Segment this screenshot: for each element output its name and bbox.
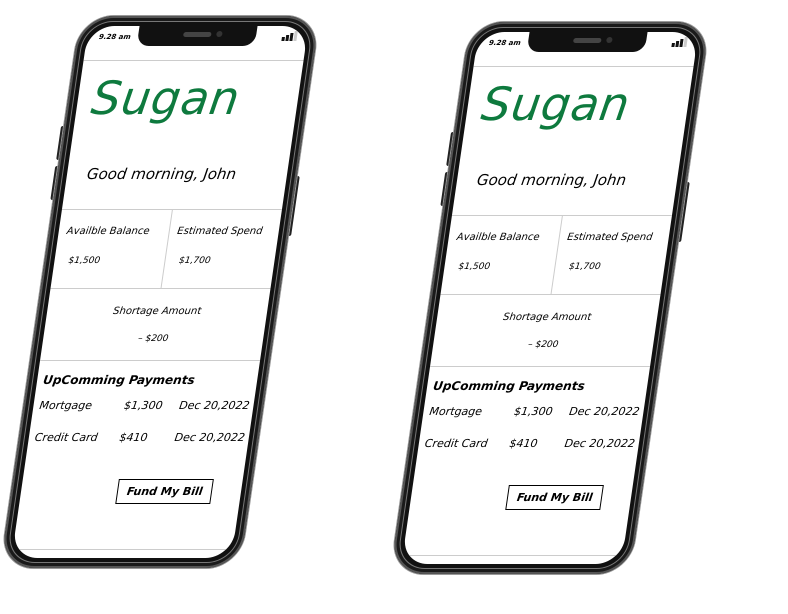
payment-row: Credit Card $410 Dec 20,2022 <box>34 431 246 444</box>
payment-amount: $410 <box>118 431 149 444</box>
payment-amount: $1,300 <box>123 399 164 412</box>
available-balance-card: Availble Balance $1,500 <box>441 216 562 294</box>
balance-panel: Availble Balance $1,500 Estimated Spend … <box>440 215 673 295</box>
payment-row: Mortgage $1,300 Dec 20,2022 <box>39 399 251 412</box>
phone-screen: 9.28 am Sugan Good morning, John Availbl… <box>11 26 309 558</box>
fund-my-bill-button[interactable]: Fund My Bill <box>505 485 605 510</box>
shortage-label: Shortage Amount <box>502 312 592 323</box>
phone-mockup-2: 9.28 am Sugan Good morning, John Availbl… <box>389 22 710 574</box>
notch <box>526 32 648 52</box>
shortage-value: – $200 <box>527 340 560 350</box>
payment-row: Credit Card $410 Dec 20,2022 <box>424 437 636 450</box>
payment-amount: $1,300 <box>513 405 554 418</box>
app-logo: Sugan <box>478 77 634 131</box>
payment-row: Mortgage $1,300 Dec 20,2022 <box>429 405 641 418</box>
available-balance-label: Availble Balance <box>455 232 541 243</box>
phone-screen: 9.28 am Sugan Good morning, John Availbl… <box>401 32 699 564</box>
payment-name: Mortgage <box>38 399 93 412</box>
camera-icon <box>215 31 223 37</box>
available-balance-value: $1,500 <box>457 262 491 272</box>
payment-name: Credit Card <box>423 437 489 450</box>
estimated-spend-value: $1,700 <box>178 256 212 266</box>
estimated-spend-label: Estimated Spend <box>566 232 654 243</box>
balance-panel: Availble Balance $1,500 Estimated Spend … <box>50 209 283 289</box>
phone-mockup-1: 9.28 am Sugan Good morning, John Availbl… <box>0 16 321 568</box>
signal-icon <box>281 31 298 41</box>
status-time: 9.28 am <box>488 39 522 47</box>
app-content: Sugan Good morning, John Availble Balanc… <box>401 66 694 564</box>
payment-date: Dec 20,2022 <box>568 405 641 418</box>
payment-date: Dec 20,2022 <box>563 437 636 450</box>
payment-name: Mortgage <box>428 405 483 418</box>
payment-date: Dec 20,2022 <box>178 399 251 412</box>
estimated-spend-value: $1,700 <box>568 262 602 272</box>
greeting: Good morning, John <box>85 165 238 183</box>
estimated-spend-card: Estimated Spend $1,700 <box>160 210 282 288</box>
estimated-spend-label: Estimated Spend <box>176 226 264 237</box>
status-time: 9.28 am <box>98 33 132 41</box>
shortage-panel: Shortage Amount – $200 <box>429 294 661 367</box>
speaker <box>572 38 602 43</box>
payment-name: Credit Card <box>33 431 99 444</box>
home-indicator <box>402 555 623 556</box>
camera-icon <box>605 37 613 43</box>
available-balance-value: $1,500 <box>67 256 101 266</box>
estimated-spend-card: Estimated Spend $1,700 <box>550 216 672 294</box>
greeting: Good morning, John <box>475 171 628 189</box>
available-balance-card: Availble Balance $1,500 <box>51 210 172 288</box>
shortage-panel: Shortage Amount – $200 <box>39 288 271 361</box>
available-balance-label: Availble Balance <box>65 226 151 237</box>
home-indicator <box>12 549 233 550</box>
signal-icon <box>671 37 688 47</box>
app-content: Sugan Good morning, John Availble Balanc… <box>11 60 304 558</box>
shortage-value: – $200 <box>137 334 170 344</box>
notch <box>136 26 258 46</box>
app-logo: Sugan <box>88 71 244 125</box>
payment-date: Dec 20,2022 <box>173 431 246 444</box>
payments-title: UpComming Payments <box>432 379 586 393</box>
payments-title: UpComming Payments <box>42 373 196 387</box>
payment-amount: $410 <box>508 437 539 450</box>
speaker <box>182 32 212 37</box>
shortage-label: Shortage Amount <box>112 306 202 317</box>
fund-my-bill-button[interactable]: Fund My Bill <box>115 479 215 504</box>
